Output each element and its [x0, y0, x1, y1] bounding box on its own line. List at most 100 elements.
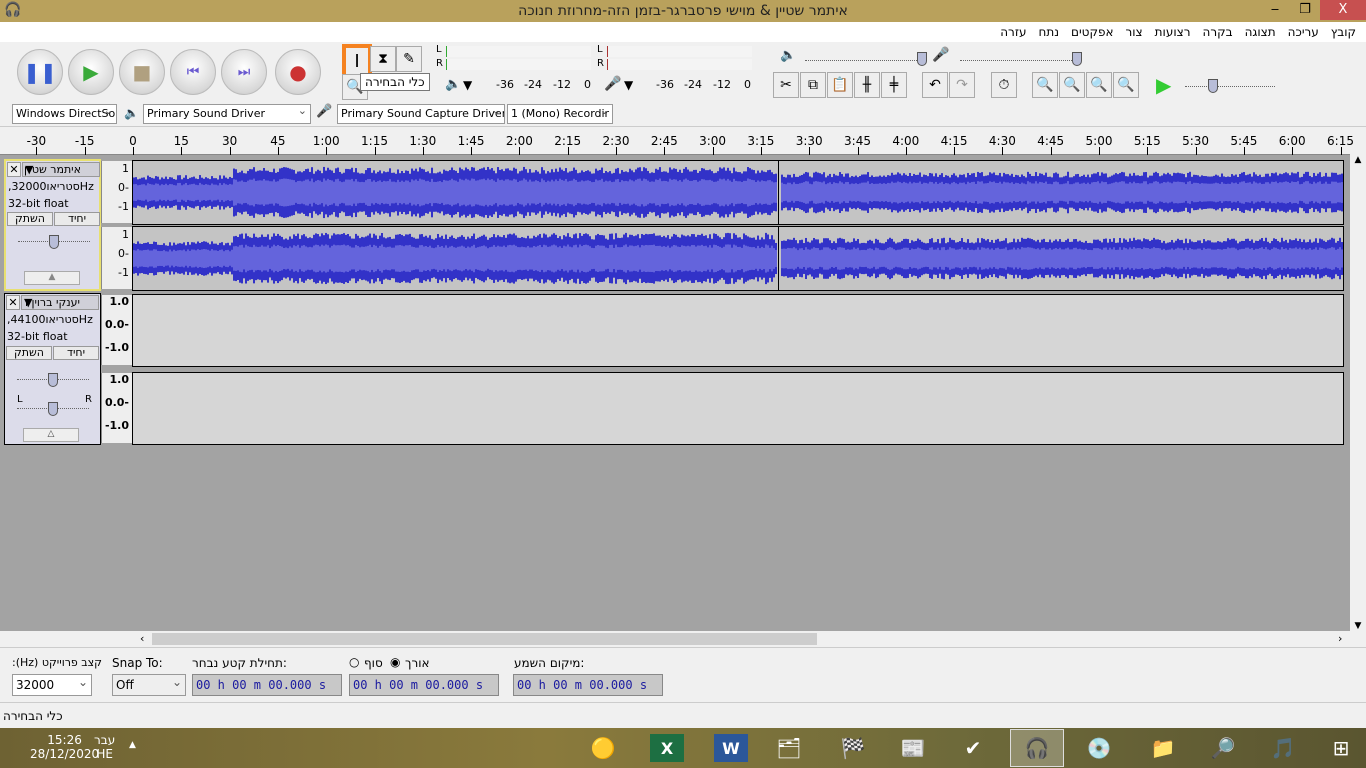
copy-button[interactable]: ⧉ — [800, 72, 826, 98]
recording-device-select[interactable]: Primary Sound Capture Driver — [337, 104, 505, 124]
menu-help[interactable]: עזרה — [1000, 25, 1026, 39]
vertical-scrollbar[interactable]: ▲ ▼ — [1350, 155, 1366, 631]
playback-device-select[interactable]: Primary Sound Driver — [143, 104, 311, 124]
menu-analyze[interactable]: נתח — [1038, 25, 1059, 39]
selection-start-time[interactable]: 00 h 00 m 00.000 s — [192, 674, 342, 696]
record-button[interactable]: ● — [275, 49, 321, 95]
mute-button[interactable]: השתק — [7, 212, 53, 226]
selection-length-time[interactable]: 00 h 00 m 00.000 s — [349, 674, 499, 696]
menu-generate[interactable]: צור — [1125, 25, 1142, 39]
play-button[interactable]: ▶ — [68, 49, 114, 95]
track-name-menu[interactable]: יענקי ברוין ו ▼ — [21, 295, 99, 310]
cut-button[interactable]: ✂ — [773, 72, 799, 98]
scroll-left-arrow[interactable]: ‹ — [140, 632, 144, 645]
waveform-track-1[interactable] — [132, 160, 1344, 291]
notes-icon[interactable]: 🗂 — [762, 729, 816, 767]
waveform-track-2-right[interactable] — [132, 372, 1344, 445]
fit-project-button[interactable]: 🔍 — [1113, 72, 1139, 98]
checklist-icon[interactable]: ✔ — [946, 729, 1000, 767]
audacity-taskbar-icon[interactable]: 🎧 — [1010, 729, 1064, 767]
skip-start-button[interactable]: ⏮ — [170, 49, 216, 95]
playback-volume-slider[interactable] — [805, 60, 923, 61]
document-icon[interactable]: 📰 — [886, 729, 940, 767]
recording-channels-select[interactable]: 1 (Mono) Recordir — [507, 104, 613, 124]
slider-thumb[interactable] — [1072, 52, 1082, 66]
close-track-button[interactable]: ✕ — [6, 295, 20, 310]
end-radio[interactable]: ○ — [349, 655, 359, 669]
fit-selection-button[interactable]: 🔍 — [1086, 72, 1112, 98]
pause-button[interactable]: ❚❚ — [17, 49, 63, 95]
ruler-tick-label: 2:00 — [505, 134, 533, 148]
timeline-ruler[interactable]: -30 -15 0 15 30 45 1:00 1:15 1:30 1:45 2:00 2:15 2:3… — [0, 127, 1354, 155]
word-icon[interactable]: W — [714, 734, 748, 762]
ruler-tick — [1195, 147, 1197, 155]
paste-button[interactable]: 📋 — [827, 72, 853, 98]
silence-button[interactable]: ╪ — [881, 72, 907, 98]
audio-host-select[interactable]: Windows DirectSo — [12, 104, 117, 124]
mute-button[interactable]: השתק — [6, 346, 52, 360]
menu-file[interactable]: קובץ — [1331, 25, 1356, 39]
search-app-icon[interactable]: 🔎 — [1196, 729, 1250, 767]
slider-thumb[interactable] — [1208, 79, 1218, 93]
ruler-tick-label: 5:45 — [1230, 134, 1258, 148]
clock[interactable]: 15:26 28/12/2020 — [30, 733, 99, 761]
menu-view[interactable]: תצוגה — [1245, 25, 1276, 39]
playback-meter-dropdown[interactable]: ▼ — [463, 78, 472, 92]
envelope-tool-button[interactable]: ⧗ — [370, 46, 396, 72]
record-volume-slider[interactable] — [960, 60, 1078, 61]
vertical-scale[interactable]: 1 0- -1 — [101, 227, 132, 289]
disc-icon[interactable]: 💿 — [1072, 729, 1126, 767]
restore-button[interactable]: ❐ — [1290, 0, 1320, 20]
play-at-speed-button[interactable]: ▶ — [1156, 73, 1171, 97]
zoom-in-button[interactable]: 🔍 — [1032, 72, 1058, 98]
sync-lock-timer-icon[interactable]: ⏱ — [991, 72, 1017, 98]
menu-transport[interactable]: בקרה — [1203, 25, 1233, 39]
length-radio[interactable]: ◉ — [390, 655, 400, 669]
language-indicator[interactable]: עבר HE — [94, 733, 115, 761]
record-meter-dropdown[interactable]: ▼ — [624, 78, 633, 92]
snap-to-select[interactable]: Off — [112, 674, 186, 696]
slider-thumb[interactable] — [49, 235, 59, 249]
close-track-button[interactable]: ✕ — [7, 162, 21, 177]
horizontal-scrollbar[interactable]: ‹ › — [0, 631, 1366, 647]
file-explorer-icon[interactable]: 📁 — [1136, 729, 1190, 767]
redo-button[interactable]: ↷ — [949, 72, 975, 98]
close-button[interactable]: X — [1320, 0, 1366, 20]
mp3-app-icon[interactable]: 🎵 — [1256, 729, 1310, 767]
undo-button[interactable]: ↶ — [922, 72, 948, 98]
minimize-button[interactable]: ‒ — [1260, 0, 1290, 20]
ruler-tick-label: 6:15 — [1327, 134, 1354, 148]
vertical-scale[interactable]: 1 0- -1 — [101, 161, 132, 223]
excel-icon[interactable]: X — [650, 734, 684, 762]
windows-start-icon[interactable]: ⊞ — [1314, 729, 1366, 767]
solo-button[interactable]: יחיד — [53, 346, 99, 360]
collapse-track-button[interactable]: ▲ — [24, 271, 80, 285]
microphone-icon: 🎤 — [604, 76, 622, 92]
menu-edit[interactable]: עריכה — [1288, 25, 1319, 39]
scroll-right-arrow[interactable]: › — [1338, 632, 1342, 645]
collapse-track-button[interactable]: △ — [23, 428, 79, 442]
stop-button[interactable]: ■ — [119, 49, 165, 95]
vertical-scale[interactable]: 1.0 0.0- -1.0 — [101, 295, 132, 365]
slider-thumb[interactable] — [48, 402, 58, 416]
playback-meter[interactable]: L R L R — [436, 44, 754, 72]
skip-end-button[interactable]: ⏭ — [221, 49, 267, 95]
play-speed-slider[interactable] — [1185, 86, 1275, 87]
trim-button[interactable]: ╫ — [854, 72, 880, 98]
audio-position-time[interactable]: 00 h 00 m 00.000 s — [513, 674, 663, 696]
show-hidden-icons[interactable]: ▲ — [129, 740, 136, 750]
slider-thumb[interactable] — [48, 373, 58, 387]
zoom-out-button[interactable]: 🔍 — [1059, 72, 1085, 98]
flag-app-icon[interactable]: 🏁 — [826, 729, 880, 767]
project-rate-select[interactable]: 32000 — [12, 674, 92, 696]
slider-thumb[interactable] — [917, 52, 927, 66]
track-name-menu[interactable]: איתמר שטיין ▼ — [22, 162, 100, 177]
menu-effects[interactable]: אפקטים — [1071, 25, 1113, 39]
vertical-scale[interactable]: 1.0 0.0- -1.0 — [101, 373, 132, 443]
draw-tool-button[interactable]: ✎ — [396, 46, 422, 72]
menu-tracks[interactable]: רצועות — [1155, 25, 1191, 39]
scrollbar-thumb[interactable] — [152, 633, 817, 645]
waveform-track-2-left[interactable] — [132, 294, 1344, 367]
chrome-icon[interactable]: 🟡 — [576, 729, 630, 767]
solo-button[interactable]: יחיד — [54, 212, 100, 226]
